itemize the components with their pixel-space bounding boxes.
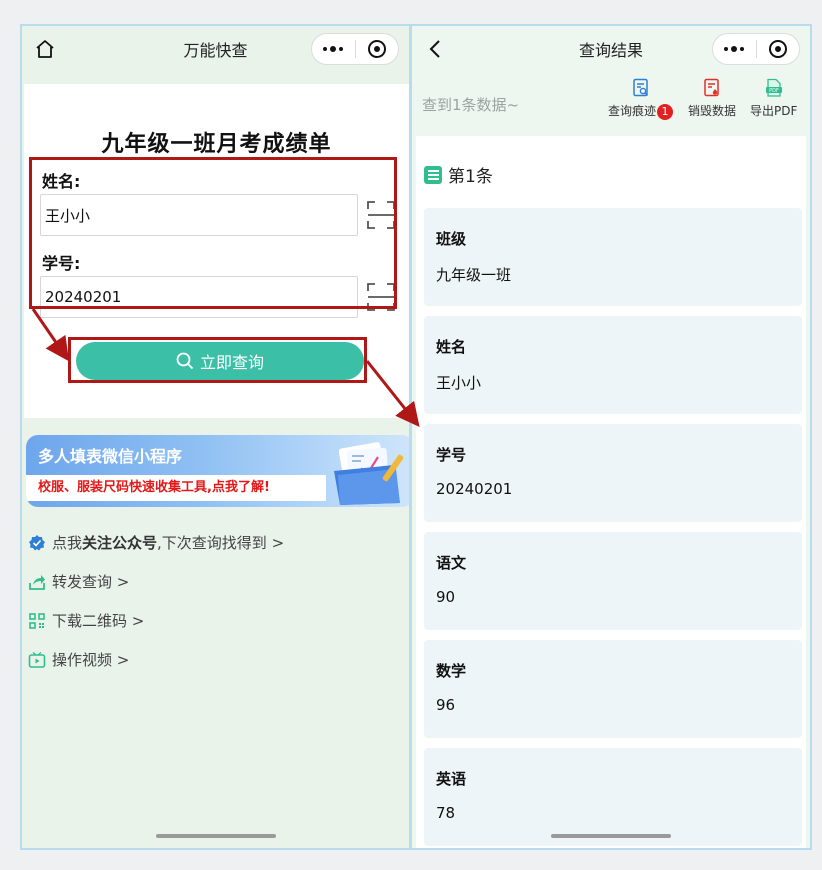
field-label: 姓名 — [436, 338, 467, 356]
video-icon — [28, 651, 46, 669]
back-icon[interactable] — [424, 38, 446, 60]
destroy-data-label: 销毁数据 — [688, 104, 737, 118]
pdf-icon: PDF — [765, 78, 782, 97]
follow-link-bold: 关注公众号 — [82, 534, 158, 552]
name-input[interactable] — [40, 194, 358, 236]
field-label: 英语 — [436, 770, 467, 788]
video-link-label: 操作视频 > — [52, 651, 130, 669]
more-menu-button[interactable] — [713, 34, 756, 64]
nav-bar: 查询结果 — [412, 26, 810, 72]
field-label: 班级 — [436, 230, 467, 248]
result-field-card: 姓名 王小小 — [424, 316, 802, 414]
list-icon — [424, 165, 442, 184]
result-field-card: 学号 20240201 — [424, 424, 802, 522]
query-trace-label: 查询痕迹 — [608, 104, 657, 118]
qrcode-icon — [28, 612, 46, 630]
record-header: 第1条 — [424, 162, 493, 187]
query-button-label: 立即查询 — [199, 355, 264, 372]
share-query-link[interactable]: 转发查询 > — [28, 562, 284, 601]
quick-links: 点我 关注公众号 ,下次查询找得到 > 转发查询 > 下载二维码 > 操作视频 > — [28, 523, 284, 679]
share-link-label: 转发查询 > — [52, 573, 130, 591]
export-pdf-label: 导出PDF — [750, 104, 798, 118]
download-qrcode-link[interactable]: 下载二维码 > — [28, 601, 284, 640]
promo-banner[interactable]: 多人填表微信小程序 校服、服装尺码快速收集工具,点我了解! — [26, 435, 409, 507]
result-field-card: 数学 96 — [424, 640, 802, 738]
close-circle-icon — [367, 40, 386, 58]
more-icon — [724, 46, 745, 52]
result-field-card: 班级 九年级一班 — [424, 208, 802, 306]
menu-capsule — [712, 33, 800, 65]
home-icon[interactable] — [34, 38, 56, 60]
destroy-data-button[interactable]: 销毁数据 — [688, 78, 736, 119]
search-trace-icon — [632, 78, 648, 97]
close-miniprogram-button[interactable] — [356, 34, 399, 64]
result-count: 查到1条数据~ — [422, 96, 520, 114]
field-value: 90 — [436, 588, 456, 606]
tutorial-video-link[interactable]: 操作视频 > — [28, 640, 284, 679]
follow-link-post: ,下次查询找得到 > — [157, 534, 285, 552]
verified-icon — [28, 534, 46, 552]
student-id-label: 学号: — [42, 254, 81, 273]
menu-capsule — [311, 33, 399, 65]
search-icon — [176, 352, 194, 370]
scan-icon[interactable] — [366, 282, 396, 312]
close-circle-icon — [768, 40, 787, 58]
field-value: 78 — [436, 804, 456, 822]
field-value: 九年级一班 — [436, 266, 512, 284]
scan-icon[interactable] — [366, 200, 396, 230]
result-field-card: 语文 90 — [424, 532, 802, 630]
home-indicator — [551, 834, 671, 838]
qrcode-link-label: 下载二维码 > — [52, 612, 145, 630]
field-value: 20240201 — [436, 480, 513, 498]
name-label: 姓名: — [42, 172, 81, 191]
field-label: 学号 — [436, 446, 467, 464]
screenshot-stage: 万能快查 九年级一班月考成绩单 姓名: 学号: 立即查询 — [0, 0, 822, 870]
follow-link-pre: 点我 — [52, 534, 83, 552]
svg-text:PDF: PDF — [769, 88, 779, 94]
query-page: 万能快查 九年级一班月考成绩单 姓名: 学号: 立即查询 — [20, 24, 411, 850]
field-value: 96 — [436, 696, 456, 714]
record-title: 第1条 — [448, 167, 493, 187]
export-pdf-button[interactable]: PDF 导出PDF — [750, 78, 797, 119]
query-trace-badge: 1 — [657, 103, 674, 120]
field-value: 王小小 — [436, 374, 482, 392]
result-page: 查询结果 查到1条数据~ 查询痕迹 1 销毁数据 PDF 导出PDF 第1条 班… — [411, 24, 812, 850]
field-label: 数学 — [436, 662, 467, 680]
follow-account-link[interactable]: 点我 关注公众号 ,下次查询找得到 > — [28, 523, 284, 562]
query-button[interactable]: 立即查询 — [76, 342, 364, 380]
banner-title: 多人填表微信小程序 — [38, 447, 183, 466]
banner-subtitle: 校服、服装尺码快速收集工具,点我了解! — [26, 475, 326, 501]
share-icon — [28, 573, 46, 591]
query-trace-button[interactable]: 查询痕迹 1 — [608, 78, 674, 120]
result-list: 第1条 班级 九年级一班 姓名 王小小 学号 20240201 语文 90 数学… — [416, 136, 806, 848]
more-menu-button[interactable] — [312, 34, 355, 64]
result-field-card: 英语 78 — [424, 748, 802, 846]
destroy-data-icon — [704, 78, 719, 97]
student-id-input[interactable] — [40, 276, 358, 318]
close-miniprogram-button[interactable] — [757, 34, 800, 64]
home-indicator — [155, 834, 276, 838]
more-icon — [323, 46, 344, 52]
folder-chart-illustration — [334, 442, 404, 505]
result-toolbar: 查到1条数据~ 查询痕迹 1 销毁数据 PDF 导出PDF — [412, 72, 810, 134]
query-form: 九年级一班月考成绩单 姓名: 学号: 立即查询 — [24, 84, 409, 418]
field-label: 语文 — [436, 554, 467, 572]
nav-bar: 万能快查 — [22, 26, 409, 72]
form-title: 九年级一班月考成绩单 — [101, 132, 332, 157]
